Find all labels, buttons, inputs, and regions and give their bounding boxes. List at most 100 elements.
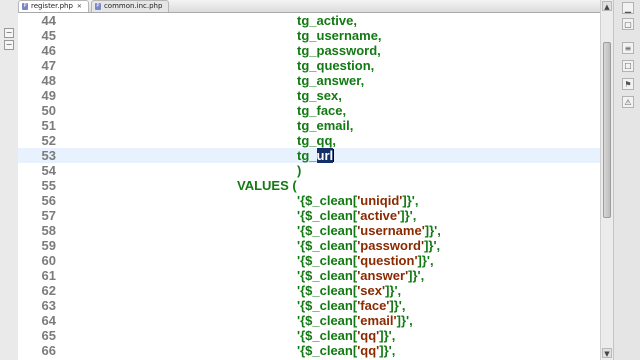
maximize-icon[interactable]: ▢ <box>622 18 634 30</box>
string-literal: 'email' <box>357 313 397 328</box>
code-line[interactable]: 51 tg_email, <box>18 118 600 133</box>
code-token: '{$_clean[ <box>297 238 358 253</box>
string-literal: 'username' <box>357 223 425 238</box>
code-text: tg_password, <box>297 43 381 58</box>
string-literal: 'qq' <box>357 328 380 343</box>
vertical-scrollbar[interactable]: ▲ ▼ <box>600 0 613 360</box>
code-token: ]}', <box>424 238 441 253</box>
line-number: 63 <box>41 298 56 313</box>
code-token: '{$_clean[ <box>297 328 358 343</box>
code-line[interactable]: 63 '{$_clean['face']}', <box>18 298 600 313</box>
string-literal: 'qq' <box>357 343 380 358</box>
code-line[interactable]: 55 VALUES ( <box>18 178 600 193</box>
code-text: '{$_clean['question']}', <box>297 253 434 268</box>
code-token: tg_sex, <box>297 88 342 103</box>
code-token: tg_face, <box>297 103 347 118</box>
line-number: 53 <box>41 148 56 163</box>
line-number: 52 <box>41 133 56 148</box>
line-number: 58 <box>41 223 56 238</box>
code-text: '{$_clean['active']}', <box>297 208 416 223</box>
view-toolbar: ▁ ▢ ≡ ☐ ⚑ ⚠ <box>613 0 640 360</box>
string-literal: 'answer' <box>357 268 409 283</box>
line-number: 47 <box>41 58 56 73</box>
line-number: 60 <box>41 253 56 268</box>
code-line[interactable]: 52 tg_qq, <box>18 133 600 148</box>
code-text: tg_question, <box>297 58 374 73</box>
string-literal: 'sex' <box>357 283 386 298</box>
problems-icon[interactable]: ⚠ <box>622 96 634 108</box>
line-number: 48 <box>41 73 56 88</box>
code-line[interactable]: 56 '{$_clean['uniqid']}', <box>18 193 600 208</box>
code-line[interactable]: 58 '{$_clean['username']}', <box>18 223 600 238</box>
code-token: ) <box>297 163 302 178</box>
fold-collapse-icon[interactable]: − <box>4 28 14 38</box>
code-text: VALUES ( <box>237 178 297 193</box>
php-file-icon: P <box>22 3 28 10</box>
tab-1[interactable]: Pcommon.inc.php <box>90 0 170 12</box>
code-token: tg_email, <box>297 118 354 133</box>
code-token: ]}', <box>389 298 406 313</box>
code-token: '{$_clean[ <box>297 193 358 208</box>
scrollbar-thumb[interactable] <box>603 42 611 218</box>
string-literal: 'face' <box>357 298 390 313</box>
code-token: ]}', <box>408 268 425 283</box>
code-token: tg_question, <box>297 58 375 73</box>
code-token: tg_ <box>297 148 317 163</box>
outline-icon[interactable]: ≡ <box>622 42 634 54</box>
code-line[interactable]: 44 tg_active, <box>18 13 600 28</box>
code-line[interactable]: 49 tg_sex, <box>18 88 600 103</box>
code-line[interactable]: 57 '{$_clean['active']}', <box>18 208 600 223</box>
fold-collapse-icon[interactable]: − <box>4 40 14 50</box>
string-literal: 'active' <box>357 208 401 223</box>
code-token: '{$_clean[ <box>297 313 358 328</box>
code-token: ]}', <box>402 193 419 208</box>
code-token: ]}', <box>379 328 396 343</box>
line-number: 45 <box>41 28 56 43</box>
code-line[interactable]: 62 '{$_clean['sex']}', <box>18 283 600 298</box>
bookmarks-icon[interactable]: ⚑ <box>622 78 634 90</box>
code-token: tg_answer, <box>297 73 365 88</box>
code-line[interactable]: 61 '{$_clean['answer']}', <box>18 268 600 283</box>
code-line[interactable]: 65 '{$_clean['qq']}', <box>18 328 600 343</box>
code-token: ]}', <box>385 283 402 298</box>
scroll-up-button[interactable]: ▲ <box>602 1 612 11</box>
tab-0[interactable]: Pregister.php ✕ <box>18 0 89 12</box>
code-editor[interactable]: 44 tg_active, 45 tg_username, 46 tg_password,… <box>18 13 600 360</box>
code-text: tg_username, <box>297 28 382 43</box>
line-number: 61 <box>41 268 56 283</box>
line-number: 56 <box>41 193 56 208</box>
line-number: 62 <box>41 283 56 298</box>
code-line[interactable]: 47 tg_question, <box>18 58 600 73</box>
current-code-line[interactable]: 53 tg_url <box>18 148 600 163</box>
code-token: tg_username, <box>297 28 382 43</box>
code-text: '{$_clean['email']}', <box>297 313 413 328</box>
minimize-icon[interactable]: ▁ <box>622 2 634 14</box>
code-line[interactable]: 46 tg_password, <box>18 43 600 58</box>
tasks-icon[interactable]: ☐ <box>622 60 634 72</box>
code-line[interactable]: 60 '{$_clean['question']}', <box>18 253 600 268</box>
code-line[interactable]: 54) <box>18 163 600 178</box>
code-line[interactable]: 59 '{$_clean['password']}', <box>18 238 600 253</box>
code-line[interactable]: 45 tg_username, <box>18 28 600 43</box>
line-number: 44 <box>41 13 56 28</box>
fold-marker-strip: − − <box>0 0 19 360</box>
code-line[interactable]: 66 '{$_clean['qq']}', <box>18 343 600 358</box>
code-token: '{$_clean[ <box>297 268 358 283</box>
string-literal: 'question' <box>357 253 418 268</box>
ide-window: − − Pregister.php ✕ Pcommon.inc.php 44 tg_a… <box>0 0 640 360</box>
code-line[interactable]: 50 tg_face, <box>18 103 600 118</box>
code-line[interactable]: 64 '{$_clean['email']}', <box>18 313 600 328</box>
line-number: 65 <box>41 328 56 343</box>
code-token: '{$_clean[ <box>297 253 358 268</box>
code-line[interactable]: 48 tg_answer, <box>18 73 600 88</box>
line-number: 64 <box>41 313 56 328</box>
close-tab-icon[interactable]: ✕ <box>77 1 82 12</box>
line-number: 49 <box>41 88 56 103</box>
code-text: '{$_clean['face']}', <box>297 298 405 313</box>
line-number: 46 <box>41 43 56 58</box>
text-caret <box>333 149 335 162</box>
scroll-down-button[interactable]: ▼ <box>602 348 612 358</box>
code-token: ]}', <box>379 343 396 358</box>
code-text: '{$_clean['answer']}', <box>297 268 424 283</box>
code-text: '{$_clean['sex']}', <box>297 283 401 298</box>
